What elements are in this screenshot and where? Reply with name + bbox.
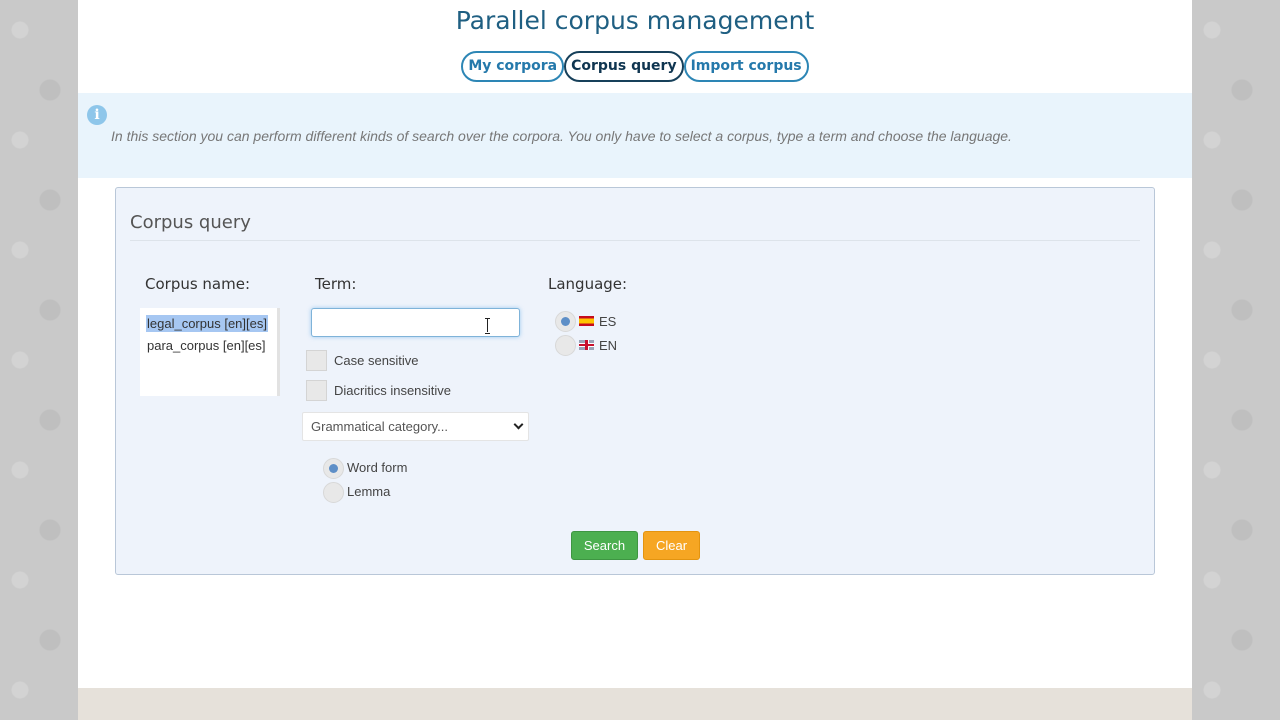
diacritics-checkbox[interactable] <box>306 380 327 401</box>
chevron-down-icon <box>513 419 524 430</box>
case-sensitive-label: Case sensitive <box>334 353 419 368</box>
info-text: In this section you can perform differen… <box>111 128 1012 144</box>
word-form-label: Word form <box>347 460 408 475</box>
grammatical-category-select[interactable]: Grammatical category... <box>302 412 529 441</box>
background-left <box>0 0 78 720</box>
background-right <box>1192 0 1280 720</box>
search-button[interactable]: Search <box>571 531 638 560</box>
footer-strip <box>78 688 1192 720</box>
tab-my-corpora[interactable]: My corpora <box>461 51 565 82</box>
panel-divider <box>130 240 1140 241</box>
corpus-listbox[interactable]: legal_corpus [en][es] para_corpus [en][e… <box>140 308 280 396</box>
spain-flag-icon <box>579 316 594 326</box>
clear-button[interactable]: Clear <box>643 531 700 560</box>
word-form-radio[interactable] <box>323 458 344 479</box>
corpus-name-label: Corpus name: <box>145 275 251 293</box>
uk-flag-icon <box>579 340 594 350</box>
grammatical-category-value: Grammatical category... <box>311 419 449 434</box>
tab-bar: My corpora Corpus query Import corpus <box>78 51 1192 82</box>
case-sensitive-checkbox[interactable] <box>306 350 327 371</box>
page-container: Parallel corpus management My corpora Co… <box>78 0 1192 688</box>
info-banner: i In this section you can perform differ… <box>78 93 1192 178</box>
language-en-radio[interactable] <box>555 335 576 356</box>
text-cursor-icon <box>485 318 491 334</box>
panel-title: Corpus query <box>130 212 251 233</box>
lemma-radio[interactable] <box>323 482 344 503</box>
diacritics-label: Diacritics insensitive <box>334 383 452 398</box>
language-en-label: EN <box>599 338 618 353</box>
tab-corpus-query[interactable]: Corpus query <box>564 51 684 82</box>
language-es-radio[interactable] <box>555 311 576 332</box>
page-title: Parallel corpus management <box>455 6 815 35</box>
info-icon: i <box>87 105 107 125</box>
tab-import-corpus[interactable]: Import corpus <box>683 51 809 82</box>
lemma-label: Lemma <box>347 484 391 499</box>
term-input[interactable] <box>311 308 520 337</box>
language-label: Language: <box>548 275 628 293</box>
term-label: Term: <box>315 275 357 293</box>
corpus-option-legal[interactable]: legal_corpus [en][es] <box>146 315 268 332</box>
corpus-query-panel: Corpus query Corpus name: legal_corpus [… <box>115 187 1155 575</box>
language-es-label: ES <box>599 314 617 329</box>
corpus-option-para[interactable]: para_corpus [en][es] <box>146 337 267 354</box>
